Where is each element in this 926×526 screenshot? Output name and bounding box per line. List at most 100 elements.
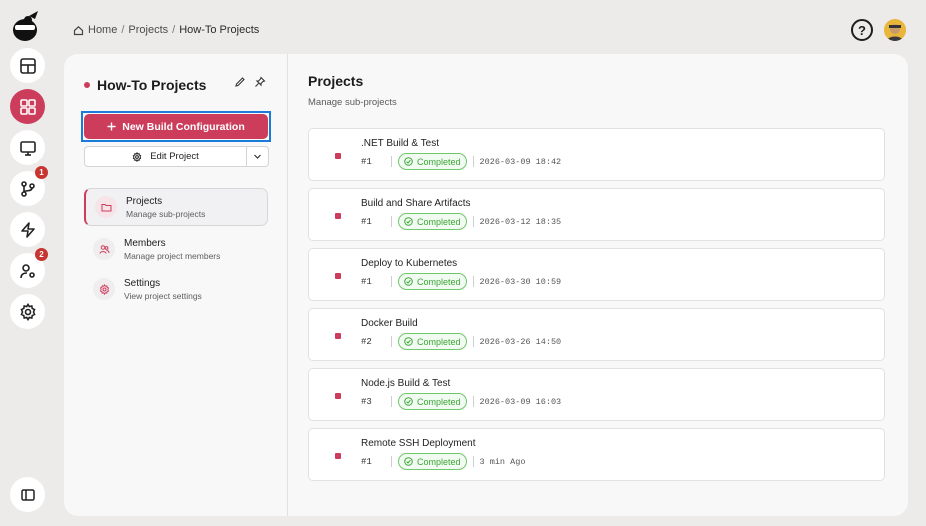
gear-icon	[19, 302, 36, 321]
status-label: Completed	[417, 396, 461, 407]
check-circle-icon	[404, 337, 413, 346]
chevron-down-icon	[254, 154, 261, 159]
row-name[interactable]: Docker Build	[361, 318, 418, 329]
rail-triggers-button[interactable]	[10, 212, 45, 247]
build-number: #1	[361, 276, 372, 287]
breadcrumb-projects-link[interactable]: Projects	[128, 24, 168, 36]
members-icon	[93, 238, 115, 260]
divider	[472, 216, 474, 227]
status-badge: Completed	[398, 393, 467, 410]
branches-badge: 1	[35, 166, 48, 179]
build-number: #2	[361, 336, 372, 347]
left-rail: 1 2	[0, 0, 55, 526]
row-timestamp: 2026-03-26 14:50	[479, 336, 562, 347]
breadcrumb-separator: /	[121, 24, 125, 36]
plus-icon	[107, 122, 116, 131]
divider	[472, 276, 474, 287]
row-name[interactable]: .NET Build & Test	[361, 138, 439, 149]
pin-icon[interactable]	[254, 76, 266, 88]
gear-icon	[93, 278, 115, 300]
row-timestamp: 2026-03-09 18:42	[479, 156, 562, 167]
page-subtitle: Manage sub-projects	[308, 97, 397, 108]
row-marker	[335, 393, 341, 399]
status-badge: Completed	[398, 453, 467, 470]
project-row[interactable]: .NET Build & Test #1 Completed 2026-03-09 1…	[308, 128, 885, 181]
row-name[interactable]: Node.js Build & Test	[361, 378, 450, 389]
layout-icon	[19, 57, 36, 74]
nav-item-sub: View project settings	[124, 290, 202, 301]
row-meta: #1 Completed 3 min Ago	[361, 453, 525, 470]
main-card: How-To Projects New Build Configuration …	[64, 54, 908, 516]
divider	[472, 156, 474, 167]
nav-item-label: Members	[124, 237, 166, 249]
status-badge: Completed	[398, 213, 467, 230]
row-name[interactable]: Remote SSH Deployment	[361, 438, 476, 449]
status-label: Completed	[417, 336, 461, 347]
check-circle-icon	[404, 397, 413, 406]
rail-users-button[interactable]: 2	[10, 248, 48, 288]
breadcrumb: Home / Projects / How-To Projects	[73, 24, 259, 36]
project-row[interactable]: Build and Share Artifacts #1 Completed 2026…	[308, 188, 885, 241]
row-meta: #3 Completed 2026-03-09 16:03	[361, 393, 561, 410]
user-settings-icon	[19, 263, 35, 278]
divider	[472, 396, 474, 407]
check-circle-icon	[404, 157, 413, 166]
project-color-dot	[84, 82, 90, 88]
project-row[interactable]: Deploy to Kubernetes #1 Completed 2026-03-3…	[308, 248, 885, 301]
status-label: Completed	[417, 156, 461, 167]
help-icon: ?	[858, 22, 866, 38]
divider	[472, 336, 474, 347]
user-avatar[interactable]	[884, 19, 906, 41]
check-circle-icon	[404, 217, 413, 226]
breadcrumb-home-link[interactable]: Home	[88, 24, 117, 36]
breadcrumb-current: How-To Projects	[179, 24, 260, 36]
new-build-configuration-button[interactable]: New Build Configuration	[81, 111, 271, 142]
home-icon[interactable]	[73, 25, 84, 36]
row-meta: #1 Completed 2026-03-30 10:59	[361, 273, 561, 290]
nav-item-projects[interactable]: Projects Manage sub-projects	[84, 188, 268, 226]
gear-icon	[132, 151, 142, 162]
row-marker	[335, 453, 341, 459]
rail-agents-button[interactable]	[10, 130, 45, 165]
help-button[interactable]: ?	[851, 19, 873, 41]
status-label: Completed	[417, 456, 461, 467]
page-title: Projects	[308, 73, 364, 89]
rail-projects-button[interactable]	[10, 89, 45, 124]
edit-project-label: Edit Project	[150, 151, 199, 162]
build-number: #1	[361, 456, 372, 467]
nav-item-label: Settings	[124, 277, 161, 289]
row-name[interactable]: Build and Share Artifacts	[361, 198, 471, 209]
rail-dashboard-button[interactable]	[10, 48, 45, 83]
panel-toggle-icon	[20, 488, 35, 501]
row-timestamp: 2026-03-12 18:35	[479, 216, 562, 227]
rail-settings-button[interactable]	[10, 294, 45, 329]
ninja-logo-icon[interactable]	[11, 10, 41, 42]
divider	[391, 216, 392, 227]
git-branch-icon	[20, 180, 35, 197]
edit-project-dropdown-button[interactable]	[246, 147, 268, 166]
row-marker	[335, 213, 341, 219]
row-name[interactable]: Deploy to Kubernetes	[361, 258, 457, 269]
project-row[interactable]: Docker Build #2 Completed 2026-03-26 14:50	[308, 308, 885, 361]
build-number: #1	[361, 216, 372, 227]
project-row[interactable]: Node.js Build & Test #3 Completed 2026-03-0…	[308, 368, 885, 421]
nav-item-settings[interactable]: Settings View project settings	[84, 270, 268, 308]
row-marker	[335, 333, 341, 339]
edit-project-button[interactable]: Edit Project	[85, 147, 246, 166]
divider	[472, 456, 474, 467]
project-name: How-To Projects	[97, 77, 207, 93]
row-meta: #2 Completed 2026-03-26 14:50	[361, 333, 561, 350]
status-label: Completed	[417, 216, 461, 227]
nav-item-members[interactable]: Members Manage project members	[84, 230, 268, 268]
build-number: #1	[361, 156, 372, 167]
sidebar-toggle-button[interactable]	[10, 477, 45, 512]
folder-icon	[95, 196, 117, 218]
project-row[interactable]: Remote SSH Deployment #1 Completed 3 min Ag…	[308, 428, 885, 481]
build-number: #3	[361, 396, 372, 407]
pencil-icon[interactable]	[234, 76, 246, 88]
avatar-icon	[884, 19, 906, 41]
lightning-icon	[20, 221, 35, 238]
rail-branches-button[interactable]: 1	[10, 166, 48, 206]
projects-panel: Projects Manage sub-projects .NET Build …	[289, 54, 908, 516]
divider	[391, 456, 392, 467]
